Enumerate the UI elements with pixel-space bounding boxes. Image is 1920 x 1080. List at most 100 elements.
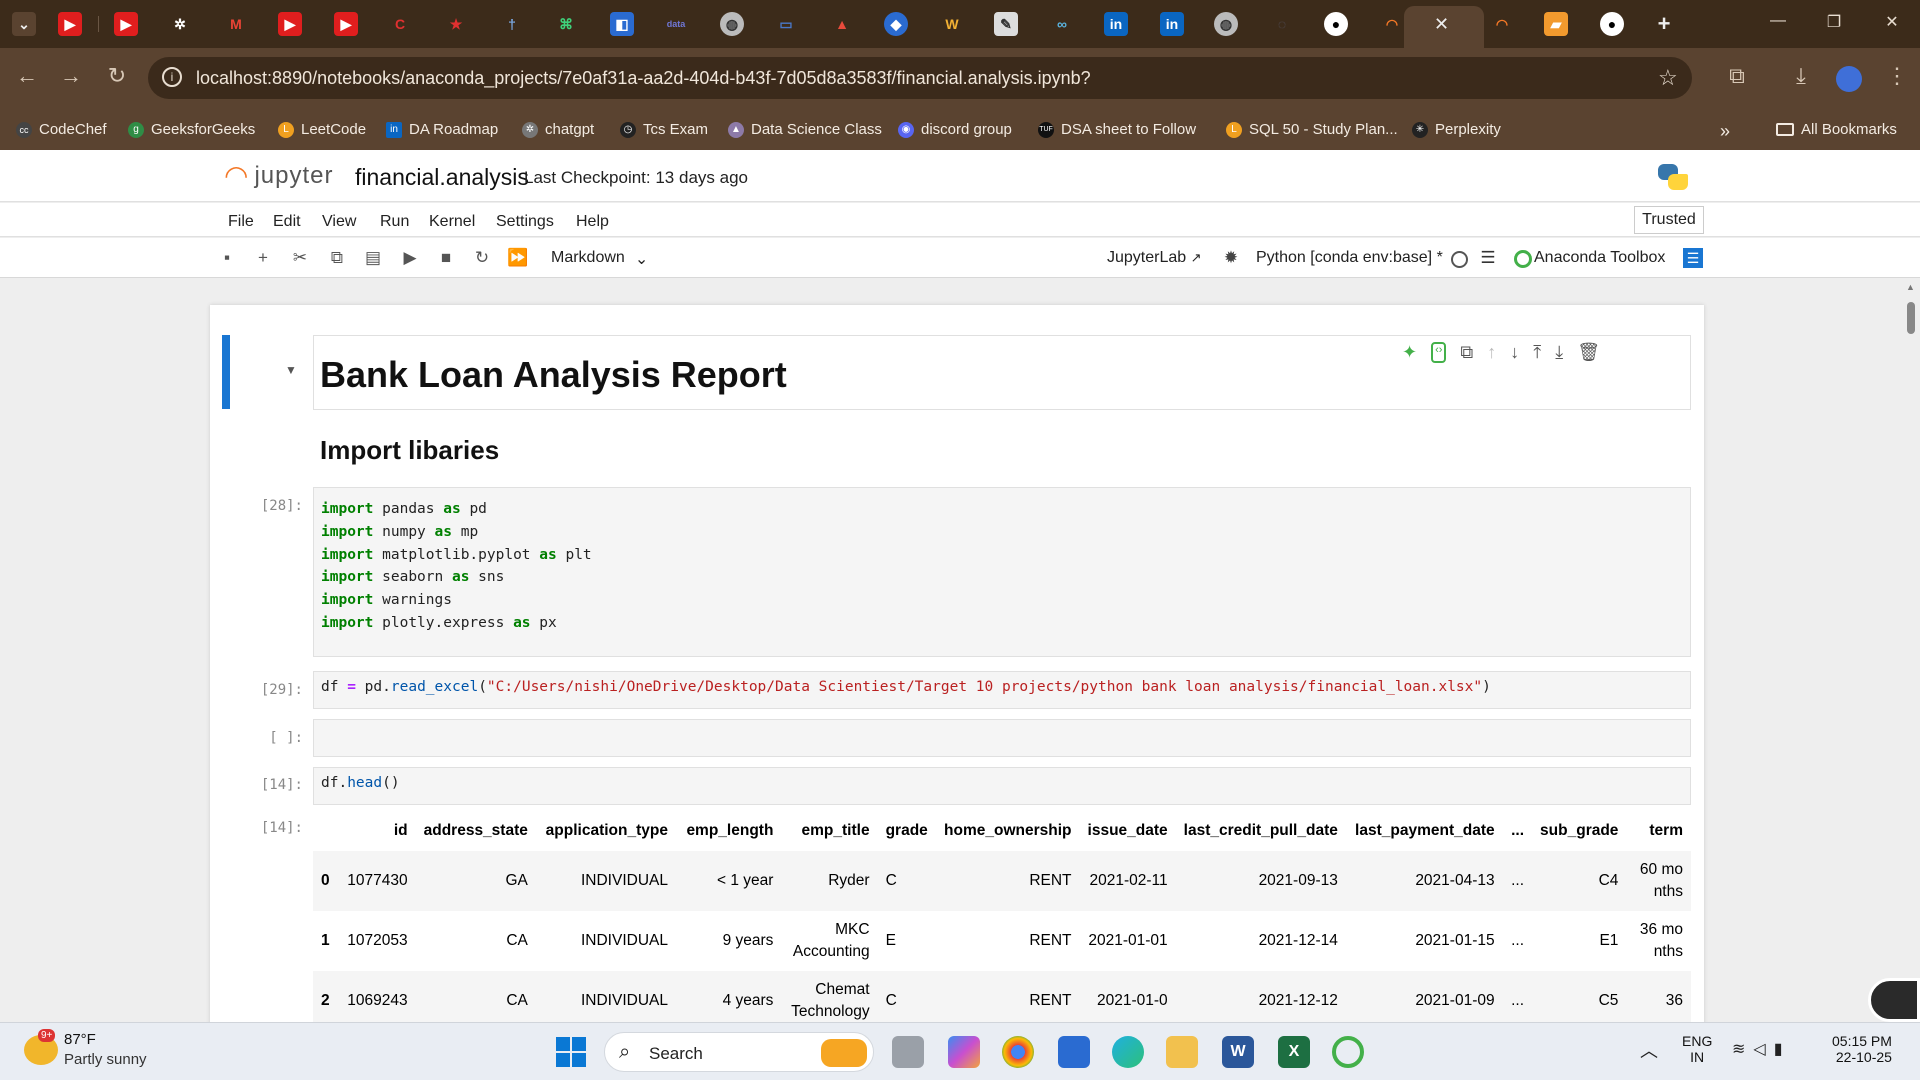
new-tab-icon[interactable]: +: [1652, 11, 1676, 36]
tab-powerbi-icon[interactable]: ◧: [610, 12, 634, 36]
store-icon[interactable]: [1058, 1036, 1090, 1068]
floating-assistant-avatar[interactable]: [1868, 978, 1920, 1022]
menu-kernel[interactable]: Kernel: [429, 213, 475, 231]
menu-view[interactable]: View: [322, 213, 356, 231]
property-inspector-icon[interactable]: ☰: [1683, 248, 1703, 268]
edge-icon[interactable]: [1112, 1036, 1144, 1068]
menu-help[interactable]: Help: [576, 213, 609, 231]
code-cell-imports[interactable]: import pandas as pd import numpy as mp i…: [313, 487, 1691, 657]
anaconda-toolbox[interactable]: Anaconda Toolbox: [1534, 249, 1665, 267]
word-icon[interactable]: W: [1222, 1036, 1254, 1068]
tab-blue-icon[interactable]: ◆: [884, 12, 908, 36]
menu-run[interactable]: Run: [380, 213, 409, 231]
bookmark-da-roadmap[interactable]: in DA Roadmap: [386, 121, 498, 138]
bookmark-perplexity[interactable]: ✳ Perplexity: [1412, 121, 1501, 138]
code-format-icon[interactable]: ‹›: [1431, 342, 1447, 363]
kernel-name[interactable]: Python [conda env:base] *: [1256, 249, 1443, 267]
move-up-icon[interactable]: ↑: [1487, 342, 1496, 363]
extensions-icon[interactable]: ⧉: [1722, 63, 1752, 89]
tab-youtube-icon[interactable]: ▶: [58, 12, 82, 36]
anaconda-taskbar-icon[interactable]: [1332, 1036, 1364, 1068]
paste-icon[interactable]: ▤: [362, 248, 384, 268]
tab-pin-icon[interactable]: †: [500, 12, 524, 36]
tab-jupyter-icon[interactable]: ◠: [1380, 12, 1404, 36]
weather-temp[interactable]: 87°F: [64, 1031, 96, 1048]
bookmark-codechef[interactable]: cc CodeChef: [16, 121, 107, 138]
wifi-volume-battery-icons[interactable]: ≋◁▮: [1732, 1039, 1791, 1059]
run-icon[interactable]: ▶: [399, 248, 421, 268]
tab-app-icon[interactable]: ⌘: [554, 12, 578, 36]
site-info-icon[interactable]: i: [162, 67, 182, 87]
delete-icon[interactable]: 🗑: [1577, 342, 1600, 363]
forward-icon[interactable]: →: [56, 63, 86, 89]
address-bar[interactable]: i localhost:8890/notebooks/anaconda_proj…: [148, 57, 1692, 99]
file-explorer-icon[interactable]: [1166, 1036, 1198, 1068]
collapse-caret-icon[interactable]: ▼: [285, 363, 297, 377]
tab-search-icon[interactable]: ⌄: [12, 12, 36, 36]
bookmark-geeksforgeeks[interactable]: g GeeksforGeeks: [128, 121, 255, 138]
chrome-icon[interactable]: [1002, 1036, 1034, 1068]
minimize-icon[interactable]: —: [1766, 12, 1790, 30]
menu-file[interactable]: File: [228, 213, 254, 231]
code-cell-empty[interactable]: [313, 719, 1691, 757]
tab-triangle-icon[interactable]: ▲: [830, 12, 854, 36]
tab-openai-icon[interactable]: ✲: [168, 12, 192, 36]
bookmark-dsa-sheet[interactable]: TUF DSA sheet to Follow: [1038, 121, 1196, 138]
debugger-icon[interactable]: ✹: [1220, 248, 1242, 268]
tab-w-icon[interactable]: W: [940, 12, 964, 36]
tab-github-icon[interactable]: ●: [1324, 12, 1348, 36]
weather-desc[interactable]: Partly sunny: [64, 1051, 147, 1068]
tab-linkedin-icon[interactable]: in: [1104, 12, 1128, 36]
stop-icon[interactable]: ■: [435, 248, 457, 268]
insert-above-icon[interactable]: ⤒: [1533, 342, 1541, 363]
fast-forward-icon[interactable]: ⏩: [507, 248, 529, 268]
tab-tableau-icon[interactable]: ▭: [774, 12, 798, 36]
restart-icon[interactable]: ↻: [471, 248, 493, 268]
profile-avatar[interactable]: [1836, 66, 1862, 92]
tab-link-icon[interactable]: ∞: [1050, 12, 1074, 36]
url-text[interactable]: localhost:8890/notebooks/anaconda_projec…: [196, 68, 1091, 89]
bookmark-discord[interactable]: ◉ discord group: [898, 121, 1012, 138]
jupyter-logo[interactable]: ◠ jupyter: [224, 162, 333, 190]
taskbar-search[interactable]: ⌕ Search: [604, 1032, 874, 1072]
tab-pen-icon[interactable]: ✎: [994, 12, 1018, 36]
tray-chevron-icon[interactable]: ︿: [1640, 1037, 1658, 1063]
close-window-icon[interactable]: ✕: [1880, 12, 1904, 32]
scroll-up-icon[interactable]: ▲: [1906, 282, 1915, 292]
menu-lines-icon[interactable]: ☰: [1477, 248, 1499, 268]
tab-youtube-icon[interactable]: ▶: [334, 12, 358, 36]
tab-globe-icon[interactable]: ◍: [720, 12, 744, 36]
copilot-icon[interactable]: [948, 1036, 980, 1068]
tab-youtube-icon[interactable]: ▶: [114, 12, 138, 36]
bookmark-star-icon[interactable]: ☆: [1658, 65, 1678, 91]
page-scrollbar[interactable]: ▲: [1906, 282, 1916, 1022]
code-cell-head[interactable]: df.head(): [313, 767, 1691, 805]
bookmark-leetcode[interactable]: L LeetCode: [278, 121, 366, 138]
code-cell-read-excel[interactable]: df = pd.read_excel("C:/Users/nishi/OneDr…: [313, 671, 1691, 709]
restore-icon[interactable]: ❐: [1822, 12, 1846, 32]
jupyterlab-link[interactable]: JupyterLab ↗: [1107, 249, 1202, 267]
back-icon[interactable]: ←: [12, 63, 42, 89]
tab-gmail-icon[interactable]: M: [224, 12, 248, 36]
close-tab-icon[interactable]: ✕: [1434, 14, 1449, 35]
tab-book-icon[interactable]: ▰: [1544, 12, 1568, 36]
markdown-cell-selected[interactable]: Bank Loan Analysis Report ✦ ‹› ⧉ ↑ ↓ ⤒ ⤓…: [313, 335, 1691, 410]
tab-globe-icon[interactable]: ◍: [1214, 12, 1238, 36]
menu-settings[interactable]: Settings: [496, 213, 554, 231]
clock[interactable]: 05:15 PM 22-10-25: [1832, 1033, 1892, 1065]
sparkle-icon[interactable]: ✦: [1402, 342, 1417, 363]
bookmark-tcs-exam[interactable]: ◷ Tcs Exam: [620, 121, 708, 138]
tab-star-icon[interactable]: ★: [444, 12, 468, 36]
duplicate-icon[interactable]: ⧉: [1460, 342, 1473, 363]
tab-youtube-icon[interactable]: ▶: [278, 12, 302, 36]
more-bookmarks-icon[interactable]: »: [1720, 121, 1730, 142]
language-indicator[interactable]: ENG IN: [1682, 1033, 1712, 1065]
all-bookmarks[interactable]: All Bookmarks: [1776, 121, 1897, 138]
bookmark-sql-50[interactable]: L SQL 50 - Study Plan...: [1226, 121, 1398, 138]
insert-below-icon[interactable]: ⤓: [1555, 342, 1563, 363]
tab-jupyter-icon[interactable]: ◠: [1490, 12, 1514, 36]
windows-start-icon[interactable]: [556, 1037, 586, 1067]
menu-kebab-icon[interactable]: ⋮: [1882, 63, 1912, 89]
reload-icon[interactable]: ↻: [102, 63, 132, 89]
notebook-name[interactable]: financial.analysis: [355, 164, 529, 191]
